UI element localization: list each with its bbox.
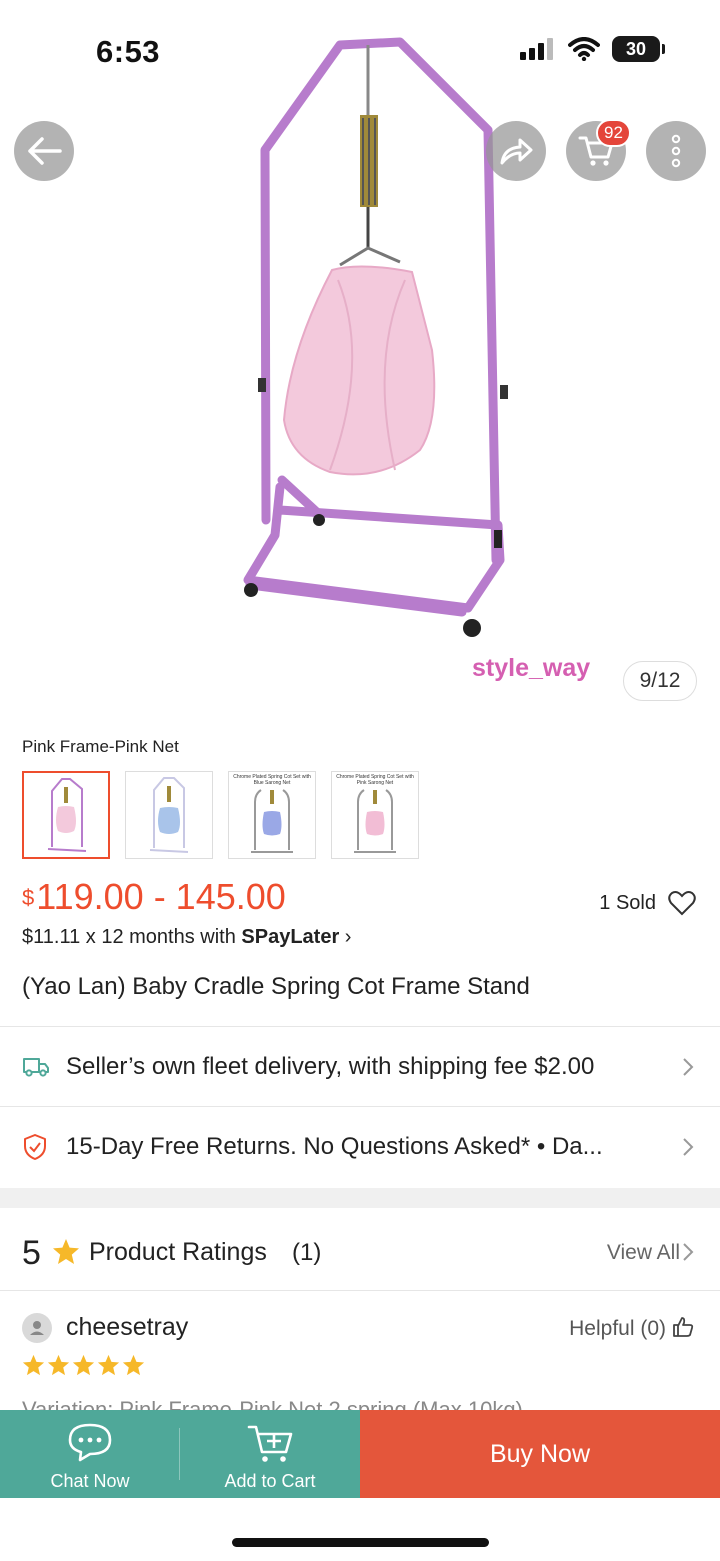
price-range: $119.00 - 145.00 bbox=[22, 876, 286, 918]
variation-thumbnails: Chrome Plated Spring Cot Set with Blue S… bbox=[22, 771, 419, 859]
variation-thumb-chrome-blue[interactable]: Chrome Plated Spring Cot Set with Blue S… bbox=[228, 771, 316, 859]
battery-indicator: 30 bbox=[612, 36, 665, 62]
arrow-left-icon bbox=[28, 137, 62, 165]
home-indicator[interactable] bbox=[232, 1538, 489, 1547]
spaylater-installment[interactable]: $11.11 x 12 months with SPayLater › bbox=[22, 926, 351, 949]
ratings-count: (1) bbox=[292, 1239, 322, 1266]
reviewer-name: cheesetray bbox=[66, 1313, 189, 1341]
image-counter: 9/12 bbox=[623, 661, 697, 701]
product-image-cradle bbox=[243, 37, 508, 637]
back-button[interactable] bbox=[14, 121, 74, 181]
star-icon bbox=[53, 1239, 79, 1264]
blue-cradle-thumbnail-icon bbox=[149, 777, 189, 853]
chevron-right-icon bbox=[683, 1058, 694, 1076]
returns-row[interactable]: 15-Day Free Returns. No Questions Asked*… bbox=[0, 1107, 720, 1187]
divider bbox=[0, 1290, 720, 1291]
installment-brand: SPayLater bbox=[241, 926, 340, 948]
chevron-right-icon bbox=[683, 1243, 694, 1261]
chevron-right-icon bbox=[683, 1138, 694, 1156]
review-item: cheesetray Helpful (0) Variation: Pink F… bbox=[0, 1292, 720, 1422]
avatar bbox=[22, 1313, 52, 1343]
star-icon bbox=[72, 1354, 95, 1376]
add-to-cart-button[interactable]: Add to Cart bbox=[180, 1410, 360, 1498]
star-icon bbox=[122, 1354, 145, 1376]
view-all-link[interactable]: View All bbox=[607, 1241, 680, 1265]
user-icon bbox=[30, 1321, 44, 1335]
star-icon bbox=[47, 1354, 70, 1376]
chat-now-label: Chat Now bbox=[50, 1471, 130, 1491]
more-options-button[interactable] bbox=[646, 121, 706, 181]
chat-bubble-icon bbox=[68, 1423, 112, 1462]
variation-thumb-chrome-pink[interactable]: Chrome Plated Spring Cot Set with Pink S… bbox=[331, 771, 419, 859]
shield-check-icon bbox=[24, 1134, 46, 1160]
status-bar: 6:53 30 bbox=[0, 0, 720, 100]
wifi-icon bbox=[568, 37, 600, 61]
section-separator bbox=[0, 1188, 720, 1208]
price-section: $119.00 - 145.00 1 Sold bbox=[22, 876, 702, 926]
status-time: 6:53 bbox=[96, 34, 161, 69]
sold-count: 1 Sold bbox=[599, 892, 656, 914]
thumb-caption: Chrome Plated Spring Cot Set with Blue S… bbox=[233, 774, 311, 786]
buy-now-button[interactable]: Buy Now bbox=[360, 1410, 720, 1498]
price-value: 119.00 - 145.00 bbox=[36, 876, 286, 917]
thumb-caption: Chrome Plated Spring Cot Set with Pink S… bbox=[336, 774, 414, 786]
image-watermark: style_way bbox=[472, 654, 591, 682]
more-vertical-icon bbox=[671, 134, 681, 168]
product-title: (Yao Lan) Baby Cradle Spring Cot Frame S… bbox=[22, 973, 530, 1000]
variation-thumb-blue[interactable] bbox=[125, 771, 213, 859]
chevron-right-icon: › bbox=[344, 926, 352, 948]
share-button[interactable] bbox=[486, 121, 546, 181]
share-icon bbox=[500, 138, 533, 165]
truck-icon bbox=[23, 1058, 49, 1077]
variation-label: Pink Frame-Pink Net bbox=[22, 737, 179, 756]
currency-symbol: $ bbox=[22, 885, 35, 910]
rating-score: 5 bbox=[22, 1234, 41, 1272]
thumbs-up-icon[interactable] bbox=[672, 1316, 694, 1338]
installment-text: $11.11 x 12 months with bbox=[22, 926, 242, 948]
status-icons: 30 bbox=[520, 36, 665, 62]
ratings-header[interactable]: 5 Product Ratings (1) View All bbox=[0, 1210, 720, 1290]
chat-now-button[interactable]: Chat Now bbox=[0, 1410, 180, 1498]
ratings-title: Product Ratings bbox=[89, 1238, 267, 1266]
variation-thumb-pink[interactable] bbox=[22, 771, 110, 859]
review-stars bbox=[22, 1354, 145, 1376]
star-icon bbox=[97, 1354, 120, 1376]
pink-cradle-thumbnail-icon bbox=[47, 778, 87, 852]
home-indicator-area bbox=[0, 1498, 720, 1561]
signal-icon bbox=[520, 38, 553, 60]
heart-icon[interactable] bbox=[668, 890, 696, 916]
cart-count-badge: 92 bbox=[596, 119, 631, 147]
add-to-cart-label: Add to Cart bbox=[224, 1471, 316, 1491]
bottom-action-bar: Chat Now Add to Cart Buy Now bbox=[0, 1410, 720, 1498]
returns-text: 15-Day Free Returns. No Questions Asked*… bbox=[66, 1133, 603, 1160]
cart-button[interactable]: 92 bbox=[566, 119, 631, 181]
shipping-text: Seller’s own fleet delivery, with shippi… bbox=[66, 1053, 595, 1080]
cart-plus-icon bbox=[247, 1425, 293, 1462]
star-icon bbox=[22, 1354, 45, 1376]
shipping-row[interactable]: Seller’s own fleet delivery, with shippi… bbox=[0, 1027, 720, 1107]
product-image-gallery[interactable]: 6:53 30 92 style_way 9/12 bbox=[0, 0, 720, 720]
helpful-button[interactable]: Helpful (0) bbox=[569, 1317, 666, 1341]
